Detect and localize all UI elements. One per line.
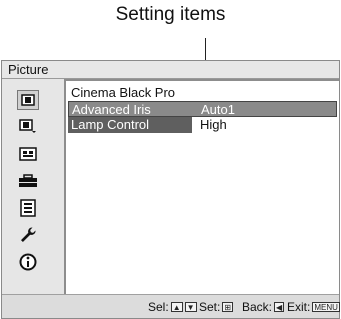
- picture-menu: Picture Cinema Black Pro Advanced Iris A…: [1, 60, 340, 319]
- setting-row-lamp-control[interactable]: Lamp Control High: [68, 117, 337, 133]
- footer-exit-label: Exit:: [287, 300, 311, 314]
- menu-title: Picture: [8, 62, 49, 77]
- footer-select-hint: Sel: ▲ ▼: [148, 300, 197, 314]
- setting-items-panel: Cinema Black Pro Advanced Iris Auto1 Lam…: [64, 79, 339, 295]
- setup-toolbox-icon[interactable]: [17, 171, 39, 191]
- up-arrow-key-icon: ▲: [170, 302, 183, 312]
- installation-wrench-icon[interactable]: [17, 225, 39, 245]
- footer-set-label: Set:: [199, 300, 221, 314]
- footer-exit-hint: Exit: MENU: [287, 300, 340, 314]
- setting-label: Advanced Iris: [72, 102, 151, 117]
- advanced-picture-icon[interactable]: [17, 117, 39, 137]
- information-icon[interactable]: [17, 252, 39, 272]
- left-arrow-key-icon: ◀: [274, 302, 285, 312]
- setting-row-cinema-black-pro[interactable]: Cinema Black Pro: [68, 85, 337, 101]
- menu-title-bar: Picture: [2, 61, 339, 79]
- menu-key-icon: MENU: [312, 302, 340, 312]
- footer-select-label: Sel:: [148, 300, 169, 314]
- setting-label: Cinema Black Pro: [71, 85, 176, 100]
- function-list-icon[interactable]: [17, 198, 39, 218]
- down-arrow-key-icon: ▼: [184, 302, 197, 312]
- screenshot-canvas: Setting items Picture Cinema Black Pro A…: [0, 0, 341, 319]
- picture-icon[interactable]: [17, 90, 39, 110]
- enter-key-icon: ⊞: [222, 302, 234, 312]
- footer-set-hint: Set: ⊞: [199, 300, 234, 314]
- setting-items-callout: Setting items: [115, 4, 226, 25]
- screen-icon[interactable]: [17, 144, 39, 164]
- setting-label: Lamp Control: [71, 117, 150, 132]
- footer-back-hint: Back: ◀: [242, 300, 285, 314]
- menu-footer: Sel: ▲ ▼ Set: ⊞ Back: ◀ Exit: MENU: [2, 294, 340, 318]
- setting-value: High: [200, 117, 227, 132]
- setting-row-advanced-iris[interactable]: Advanced Iris Auto1: [68, 101, 337, 117]
- footer-back-label: Back:: [242, 300, 273, 314]
- menu-sidebar: [2, 79, 64, 295]
- setting-value: Auto1: [201, 102, 235, 117]
